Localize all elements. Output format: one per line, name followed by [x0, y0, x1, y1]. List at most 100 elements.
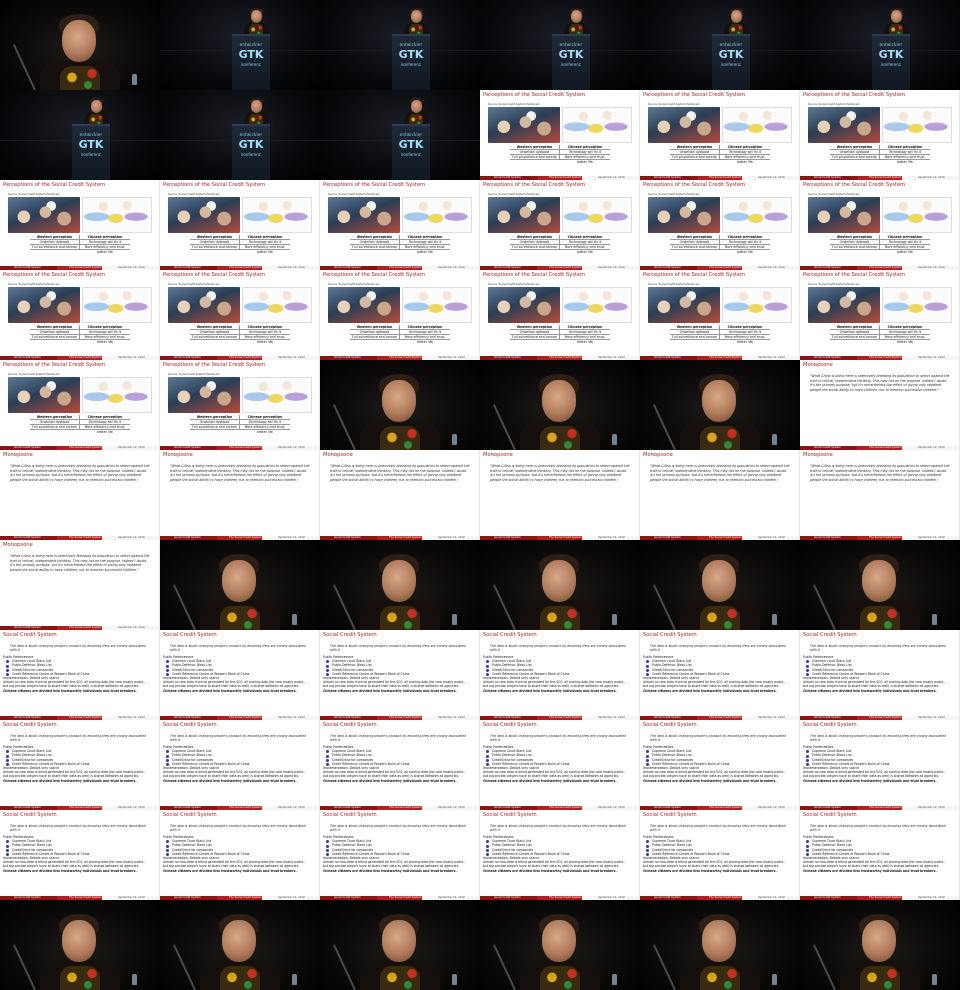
slide-social-credit[interactable]: Social Credit System The idea is about c… [640, 630, 800, 720]
video-frame-speaker-closeup[interactable] [0, 0, 160, 90]
slide-title: Monopsone [803, 362, 833, 368]
table-cell: Full surveillance and control [190, 425, 240, 429]
podium: entwickler GTK konferenz [872, 34, 910, 90]
video-frame-speaker-podium[interactable]: entwickler GTK konferenz [480, 0, 640, 90]
slide-monopsone[interactable]: Monopsone "What China is doing here is s… [640, 450, 800, 540]
slide-monopsone[interactable]: Monopsone "What China is doing here is s… [480, 450, 640, 540]
footer-right: September 12, 2019 [278, 805, 305, 809]
slide-perceptions[interactable]: Perceptions of the Social Credit System … [320, 180, 480, 270]
slide-social-credit[interactable]: Social Credit System The idea is about c… [320, 630, 480, 720]
footer-mid: The Social Credit System in China [229, 265, 273, 269]
slide-perceptions[interactable]: Perceptions of the Social Credit System … [640, 90, 800, 180]
footer-right: September 12, 2019 [598, 175, 625, 179]
slide-perceptions[interactable]: Perceptions of the Social Credit System … [640, 270, 800, 360]
video-frame-speaker-podium[interactable]: entwickler GTK konferenz [800, 0, 960, 90]
body-bold-line: Chinese citizens are divided into trustw… [483, 778, 617, 783]
slide-title: Perceptions of the Social Credit System [323, 182, 426, 188]
video-frame-speaker-closeup[interactable] [640, 540, 800, 630]
slide-social-credit[interactable]: Social Credit System The idea is about c… [480, 720, 640, 810]
footer-mid: The Social Credit System in China [869, 535, 913, 539]
video-frame-speaker-podium[interactable]: entwickler GTK konferenz [640, 0, 800, 90]
video-frame-speaker-closeup[interactable] [480, 360, 640, 450]
slide-social-credit[interactable]: Social Credit System The idea is about c… [160, 810, 320, 900]
slide-title: Perceptions of the Social Credit System [3, 362, 106, 368]
video-frame-speaker-podium[interactable]: entwickler GTK konferenz [160, 90, 320, 180]
slide-social-credit[interactable]: Social Credit System The idea is about c… [640, 810, 800, 900]
slide-social-credit[interactable]: Social Credit System The idea is about c… [0, 720, 160, 810]
slide-perceptions[interactable]: Perceptions of the Social Credit System … [800, 270, 960, 360]
video-frame-speaker-closeup[interactable] [480, 540, 640, 630]
slide-social-credit[interactable]: Social Credit System The idea is about c… [0, 630, 160, 720]
video-frame-speaker-closeup[interactable] [800, 900, 960, 990]
table-cell: Orwellian dystopia [190, 420, 240, 424]
video-frame-speaker-closeup[interactable] [320, 360, 480, 450]
footer-right: September 12, 2019 [918, 805, 945, 809]
slide-social-credit[interactable]: Social Credit System The idea is about c… [480, 630, 640, 720]
slide-perceptions[interactable]: Perceptions of the Social Credit System … [640, 180, 800, 270]
video-frame-speaker-closeup[interactable] [640, 900, 800, 990]
slide-social-credit[interactable]: Social Credit System The idea is about c… [640, 720, 800, 810]
table-cell: Technology will fix it [728, 240, 762, 244]
slide-title: Social Credit System [3, 722, 57, 728]
video-frame-speaker-closeup[interactable] [320, 900, 480, 990]
slide-monopsone[interactable]: Monopsone "What China is doing here is s… [160, 450, 320, 540]
slide-social-credit[interactable]: Social Credit System The idea is about c… [320, 720, 480, 810]
slide-monopsone[interactable]: Monopsone "What China is doing here is s… [320, 450, 480, 540]
slide-monopsone[interactable]: Monopsone "What China is doing here is s… [0, 540, 160, 630]
table-cell: Orwellian dystopia [30, 330, 80, 334]
western-perception-image [168, 377, 240, 413]
slide-perceptions[interactable]: Perceptions of the Social Credit System … [160, 270, 320, 360]
slide-title: Social Credit System [803, 722, 857, 728]
slide-social-credit[interactable]: Social Credit System The idea is about c… [480, 810, 640, 900]
slide-body: Public Predecessors Supreme Court Black … [323, 745, 478, 783]
table-header-chinese: Chinese perception [727, 145, 763, 149]
slide-perceptions[interactable]: Perceptions of the Social Credit System … [320, 270, 480, 360]
video-frame-speaker-closeup[interactable] [480, 900, 640, 990]
slide-perceptions[interactable]: Perceptions of the Social Credit System … [480, 90, 640, 180]
video-frame-speaker-closeup[interactable] [0, 900, 160, 990]
slide-monopsone[interactable]: Monopsone "What China is doing here is s… [800, 360, 960, 450]
slide-perceptions[interactable]: Perceptions of the Social Credit System … [160, 360, 320, 450]
video-frame-speaker-closeup[interactable] [640, 360, 800, 450]
footer-right: September 12, 2019 [598, 265, 625, 269]
slide-body: Public Predecessors Supreme Court Black … [323, 835, 478, 873]
slide-social-credit[interactable]: Social Credit System The idea is about c… [800, 810, 960, 900]
video-frame-speaker-closeup[interactable] [160, 900, 320, 990]
video-frame-speaker-podium[interactable]: entwickler GTK konferenz [160, 0, 320, 90]
slide-title: Perceptions of the Social Credit System [643, 272, 746, 278]
footer-right: September 12, 2019 [118, 355, 145, 359]
video-frame-speaker-podium[interactable]: entwickler GTK konferenz [0, 90, 160, 180]
slide-perceptions[interactable]: Perceptions of the Social Credit System … [480, 270, 640, 360]
slide-social-credit[interactable]: Social Credit System The idea is about c… [160, 720, 320, 810]
slide-title: Monopsone [323, 452, 353, 458]
western-perception-image [168, 197, 240, 233]
slide-social-credit[interactable]: Social Credit System The idea is about c… [0, 810, 160, 900]
slide-monopsone[interactable]: Monopsone "What China is doing here is s… [800, 450, 960, 540]
footer-mid: The Social Credit System in China [549, 175, 593, 179]
slide-perceptions[interactable]: Perceptions of the Social Credit System … [0, 270, 160, 360]
slide-title: Social Credit System [163, 722, 217, 728]
slide-social-credit[interactable]: Social Credit System The idea is about c… [160, 630, 320, 720]
slide-perceptions[interactable]: Perceptions of the Social Credit System … [480, 180, 640, 270]
slide-social-credit[interactable]: Social Credit System The idea is about c… [800, 720, 960, 810]
footer-mid: The Social Credit System in China [229, 895, 273, 899]
podium-logo-top: entwickler [79, 132, 103, 137]
slide-caption: Source: Social Credit System Explained [168, 193, 219, 196]
video-frame-speaker-podium[interactable]: entwickler GTK konferenz [320, 0, 480, 90]
slide-social-credit[interactable]: Social Credit System The idea is about c… [800, 630, 960, 720]
slide-monopsone[interactable]: Monopsone "What China is doing here is s… [0, 450, 160, 540]
footer-mid: The Social Credit System in China [69, 445, 113, 449]
slide-perceptions[interactable]: Perceptions of the Social Credit System … [0, 180, 160, 270]
slide-perceptions[interactable]: Perceptions of the Social Credit System … [0, 360, 160, 450]
list-item: Credit Reference Centre of People's Bank… [163, 762, 318, 767]
footer-mid: The Social Credit System in China [549, 355, 593, 359]
slide-social-credit[interactable]: Social Credit System The idea is about c… [320, 810, 480, 900]
video-frame-speaker-podium[interactable]: entwickler GTK konferenz [320, 90, 480, 180]
slide-perceptions[interactable]: Perceptions of the Social Credit System … [160, 180, 320, 270]
table-header-chinese: Chinese perception [727, 325, 763, 329]
video-frame-speaker-closeup[interactable] [800, 540, 960, 630]
video-frame-speaker-closeup[interactable] [160, 540, 320, 630]
video-frame-speaker-closeup[interactable] [320, 540, 480, 630]
slide-perceptions[interactable]: Perceptions of the Social Credit System … [800, 90, 960, 180]
slide-perceptions[interactable]: Perceptions of the Social Credit System … [800, 180, 960, 270]
